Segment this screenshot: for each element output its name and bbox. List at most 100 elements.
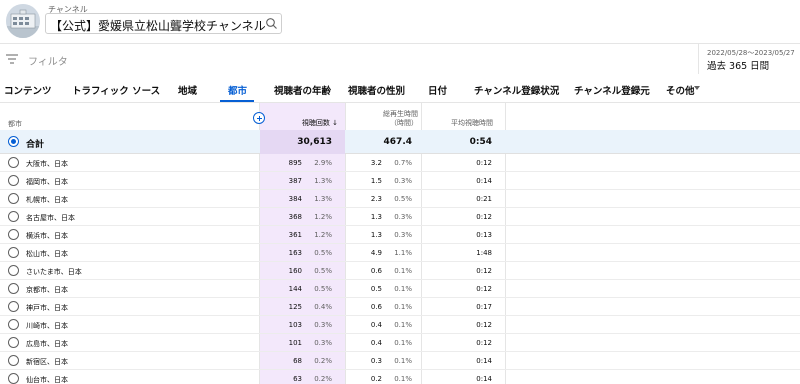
date-range-text: 2022/05/28～2023/05/27 xyxy=(707,49,795,57)
channel-header: チャンネル 【公式】愛媛県立松山聾学校チャンネル xyxy=(0,0,800,44)
avg-duration-value: 0:21 xyxy=(476,195,492,203)
avg-duration-value: 0:12 xyxy=(476,321,492,329)
tab-subscription-status[interactable]: チャンネル登録状況 xyxy=(474,83,559,97)
row-radio-button[interactable] xyxy=(8,373,19,384)
tab-viewer-gender[interactable]: 視聴者の性別 xyxy=(348,83,405,97)
row-radio-button[interactable] xyxy=(8,229,19,240)
views-percent: 0.5% xyxy=(314,267,332,275)
views-value: 125 xyxy=(288,303,302,311)
watch-time-percent: 0.3% xyxy=(394,231,412,239)
chevron-down-icon[interactable] xyxy=(694,86,700,90)
table-row[interactable]: 神戸市、日本 125 0.4% 0.6 0.1% 0:17 xyxy=(0,298,800,316)
views-value: 384 xyxy=(288,195,302,203)
tab-city[interactable]: 都市 xyxy=(228,83,247,97)
row-radio-button[interactable] xyxy=(8,157,19,168)
table-row[interactable]: 松山市、日本 163 0.5% 4.9 1.1% 1:48 xyxy=(0,244,800,262)
city-name: 横浜市、日本 xyxy=(26,232,68,240)
city-name: 大阪市、日本 xyxy=(26,160,68,168)
search-icon[interactable] xyxy=(265,17,278,30)
city-name: 新宿区、日本 xyxy=(26,358,68,366)
watch-time-value: 1.3 xyxy=(370,231,382,239)
views-percent: 1.3% xyxy=(314,195,332,203)
views-percent: 0.5% xyxy=(314,285,332,293)
avg-duration-value: 0:12 xyxy=(476,285,492,293)
watch-time-percent: 0.5% xyxy=(394,195,412,203)
avg-duration-value: 0:17 xyxy=(476,303,492,311)
views-percent: 0.2% xyxy=(314,375,332,383)
table-row[interactable]: 横浜市、日本 361 1.2% 1.3 0.3% 0:13 xyxy=(0,226,800,244)
avg-duration-value: 0:13 xyxy=(476,231,492,239)
views-value: 101 xyxy=(288,339,302,347)
table-row[interactable]: 京都市、日本 144 0.5% 0.5 0.1% 0:12 xyxy=(0,280,800,298)
watch-time-percent: 0.7% xyxy=(394,159,412,167)
row-radio-button[interactable] xyxy=(8,301,19,312)
city-name: 広島市、日本 xyxy=(26,340,68,348)
watch-time-percent: 0.1% xyxy=(394,375,412,383)
avg-duration-value: 0:14 xyxy=(476,375,492,383)
dimension-tabs: コンテンツ トラフィック ソース 地域 都市 視聴者の年齢 視聴者の性別 日付 … xyxy=(0,76,800,102)
row-radio-button[interactable] xyxy=(8,355,19,366)
column-header-city[interactable]: 都市 xyxy=(8,119,22,129)
views-percent: 0.2% xyxy=(314,357,332,365)
city-name: 福岡市、日本 xyxy=(26,178,68,186)
row-radio-button[interactable] xyxy=(8,319,19,330)
table-row[interactable]: 川崎市、日本 103 0.3% 0.4 0.1% 0:12 xyxy=(0,316,800,334)
table-row[interactable]: 札幌市、日本 384 1.3% 2.3 0.5% 0:21 xyxy=(0,190,800,208)
total-row: 合計 30,613 467.4 0:54 xyxy=(0,130,800,154)
row-radio-button[interactable] xyxy=(8,247,19,258)
views-percent: 1.3% xyxy=(314,177,332,185)
watch-time-value: 0.6 xyxy=(370,303,382,311)
watch-header-line2: （時間） xyxy=(390,119,418,127)
row-radio-button[interactable] xyxy=(8,283,19,294)
table-row[interactable]: 福岡市、日本 387 1.3% 1.5 0.3% 0:14 xyxy=(0,172,800,190)
channel-avatar[interactable] xyxy=(6,4,40,38)
views-value: 368 xyxy=(288,213,302,221)
row-radio-button[interactable] xyxy=(8,193,19,204)
column-header-avg-view-duration[interactable]: 平均視聴時間 xyxy=(428,118,493,128)
city-name: 名古屋市、日本 xyxy=(26,214,75,222)
watch-time-value: 0.5 xyxy=(370,285,382,293)
watch-time-percent: 0.1% xyxy=(394,285,412,293)
row-radio-button[interactable] xyxy=(8,337,19,348)
table-row[interactable]: 名古屋市、日本 368 1.2% 1.3 0.3% 0:12 xyxy=(0,208,800,226)
total-radio-button[interactable] xyxy=(8,136,19,147)
filter-input[interactable]: フィルタ xyxy=(28,53,68,68)
city-name: 川崎市、日本 xyxy=(26,322,68,330)
tab-date[interactable]: 日付 xyxy=(428,83,447,97)
views-value: 103 xyxy=(288,321,302,329)
channel-selector[interactable]: 【公式】愛媛県立松山聾学校チャンネル xyxy=(45,13,282,34)
column-header-views[interactable]: 視聴回数 ↓ xyxy=(268,118,338,128)
table-row[interactable]: 新宿区、日本 68 0.2% 0.3 0.1% 0:14 xyxy=(0,352,800,370)
avg-duration-value: 0:12 xyxy=(476,213,492,221)
row-radio-button[interactable] xyxy=(8,211,19,222)
total-views: 30,613 xyxy=(297,137,332,147)
tabs-divider xyxy=(0,102,800,103)
avg-duration-value: 0:12 xyxy=(476,159,492,167)
table-row[interactable]: さいたま市、日本 160 0.5% 0.6 0.1% 0:12 xyxy=(0,262,800,280)
views-percent: 1.2% xyxy=(314,231,332,239)
header-divider xyxy=(0,43,800,44)
tab-traffic-source[interactable]: トラフィック ソース xyxy=(72,83,160,97)
tab-geography[interactable]: 地域 xyxy=(178,83,197,97)
tab-subscription-source[interactable]: チャンネル登録元 xyxy=(574,83,650,97)
table-row[interactable]: 大阪市、日本 895 2.9% 3.2 0.7% 0:12 xyxy=(0,154,800,172)
tab-viewer-age[interactable]: 視聴者の年齢 xyxy=(274,83,331,97)
row-radio-button[interactable] xyxy=(8,265,19,276)
views-value: 895 xyxy=(288,159,302,167)
table-row[interactable]: 広島市、日本 101 0.3% 0.4 0.1% 0:12 xyxy=(0,334,800,352)
add-column-button[interactable] xyxy=(253,112,265,124)
date-period-text: 過去 365 日間 xyxy=(707,61,770,72)
table-row[interactable]: 仙台市、日本 63 0.2% 0.2 0.1% 0:14 xyxy=(0,370,800,384)
tab-more[interactable]: その他 xyxy=(666,83,695,97)
watch-time-value: 0.3 xyxy=(370,357,382,365)
watch-time-value: 3.2 xyxy=(370,159,382,167)
watch-header-line1: 総再生時間 xyxy=(383,110,418,118)
city-name: 札幌市、日本 xyxy=(26,196,68,204)
tab-content[interactable]: コンテンツ xyxy=(4,83,52,97)
date-range-picker[interactable]: 2022/05/28～2023/05/27 過去 365 日間 xyxy=(698,44,800,74)
avg-duration-value: 0:14 xyxy=(476,357,492,365)
column-header-watch-time[interactable]: 総再生時間 （時間） xyxy=(352,110,418,128)
row-radio-button[interactable] xyxy=(8,175,19,186)
filter-icon[interactable] xyxy=(6,54,18,64)
watch-time-percent: 0.1% xyxy=(394,303,412,311)
